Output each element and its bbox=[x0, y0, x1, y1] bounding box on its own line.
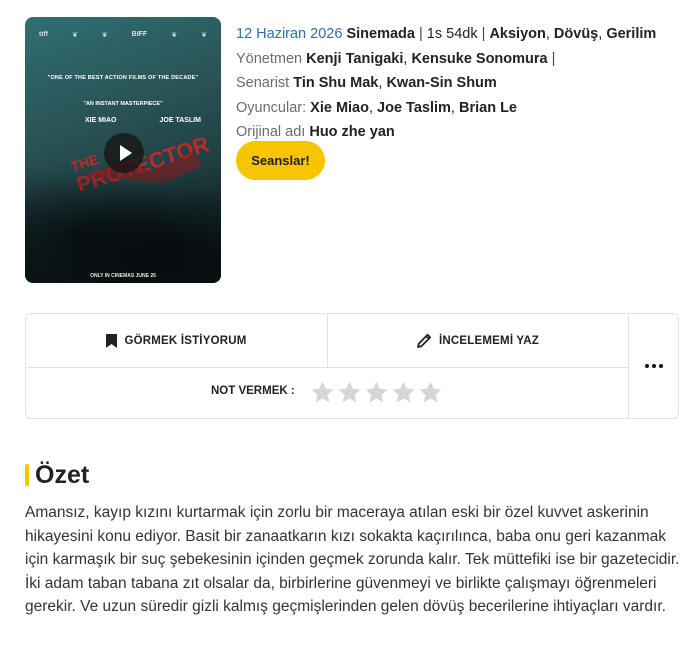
release-status: Sinemada bbox=[346, 26, 415, 42]
watchlist-button[interactable]: GÖRMEK İSTİYORUM bbox=[26, 314, 327, 367]
director-link[interactable]: Kenji Tanigaki bbox=[306, 51, 403, 67]
director-label: Yönetmen bbox=[236, 50, 303, 67]
summary-header: Özet bbox=[25, 460, 89, 490]
play-trailer-button[interactable] bbox=[104, 133, 144, 173]
poster-figures bbox=[25, 163, 221, 283]
writer-row: Senarist Tin Shu Mak, Kwan-Sin Shum bbox=[236, 75, 497, 91]
writer-label: Senarist bbox=[236, 75, 290, 91]
summary-text: Amansız, kayıp kızını kurtarmak için zor… bbox=[25, 504, 680, 615]
movie-poster[interactable]: tiff ❦ ❦ BIFF ❦ ❦ "ONE OF THE BEST ACTIO… bbox=[25, 17, 221, 283]
genre-link[interactable]: Aksiyon bbox=[489, 26, 545, 42]
cast-link[interactable]: Xie Miao bbox=[310, 100, 369, 116]
summary-title: Özet bbox=[35, 460, 90, 489]
cast-label: Oyuncular: bbox=[236, 99, 307, 116]
rating-row: NOT VERMEK : bbox=[26, 368, 628, 418]
festival-logo: BIFF bbox=[131, 31, 148, 38]
genre-link[interactable]: Gerilim bbox=[606, 26, 656, 42]
star-icon[interactable] bbox=[337, 380, 362, 405]
rating-label: NOT VERMEK : bbox=[211, 385, 295, 397]
user-actions-panel: GÖRMEK İSTİYORUM İNCELEMEMİ YAZ NOT VERM… bbox=[25, 313, 679, 419]
accent-bar bbox=[25, 464, 29, 486]
rating-stars[interactable] bbox=[310, 380, 443, 405]
dot-icon bbox=[645, 364, 649, 368]
festival-logo: tiff bbox=[39, 31, 48, 38]
director-row: Yönetmen Kenji Tanigaki, Kensuke Sonomur… bbox=[236, 50, 556, 67]
director-link[interactable]: Kensuke Sonomura bbox=[411, 51, 547, 67]
writer-link[interactable]: Kwan-Sin Shum bbox=[386, 75, 496, 91]
star-icon[interactable] bbox=[391, 380, 416, 405]
writer-link[interactable]: Tin Shu Mak bbox=[293, 75, 378, 91]
laurel-icon: ❦ bbox=[171, 32, 178, 39]
cast-link[interactable]: Joe Taslim bbox=[377, 100, 451, 116]
write-review-button[interactable]: İNCELEMEMİ YAZ bbox=[328, 314, 628, 367]
star-icon[interactable] bbox=[310, 380, 335, 405]
cast-row: Oyuncular: Xie Miao, Joe Taslim, Brian L… bbox=[236, 99, 517, 116]
laurel-icon: ❦ bbox=[71, 32, 78, 39]
watchlist-label: GÖRMEK İSTİYORUM bbox=[124, 334, 247, 347]
poster-quote: "ONE OF THE BEST ACTION FILMS OF THE DEC… bbox=[47, 75, 199, 81]
genre-link[interactable]: Dövüş bbox=[554, 26, 598, 42]
original-title-label: Orijinal adı bbox=[236, 124, 306, 140]
more-options-button[interactable] bbox=[629, 314, 679, 418]
duration: 1s 54dk bbox=[426, 26, 478, 42]
cast-link[interactable]: Brian Le bbox=[459, 100, 517, 116]
dot-icon bbox=[659, 364, 663, 368]
showtimes-button[interactable]: Seanslar! bbox=[236, 141, 325, 180]
laurel-icon: ❦ bbox=[101, 32, 108, 39]
poster-release-text: ONLY IN CINEMAS JUNE 26 bbox=[90, 273, 156, 279]
laurel-icon: ❦ bbox=[201, 32, 207, 39]
play-icon bbox=[119, 145, 132, 161]
release-date-link[interactable]: 12 Haziran 2026 bbox=[236, 26, 342, 42]
release-row: 12 Haziran 2026 Sinemada | 1s 54dk | Aks… bbox=[236, 26, 657, 42]
bookmark-icon bbox=[106, 333, 118, 348]
pencil-icon bbox=[417, 333, 432, 348]
dot-icon bbox=[652, 364, 656, 368]
movie-meta: 12 Haziran 2026 Sinemada | 1s 54dk | Aks… bbox=[236, 22, 686, 145]
star-icon[interactable] bbox=[364, 380, 389, 405]
poster-quote: "AN INSTANT MASTERPIECE" bbox=[83, 101, 163, 107]
write-review-label: İNCELEMEMİ YAZ bbox=[439, 334, 539, 347]
star-icon[interactable] bbox=[418, 380, 443, 405]
original-title: Huo zhe yan bbox=[309, 124, 395, 140]
festival-laurels: tiff ❦ ❦ BIFF ❦ ❦ bbox=[39, 31, 207, 39]
